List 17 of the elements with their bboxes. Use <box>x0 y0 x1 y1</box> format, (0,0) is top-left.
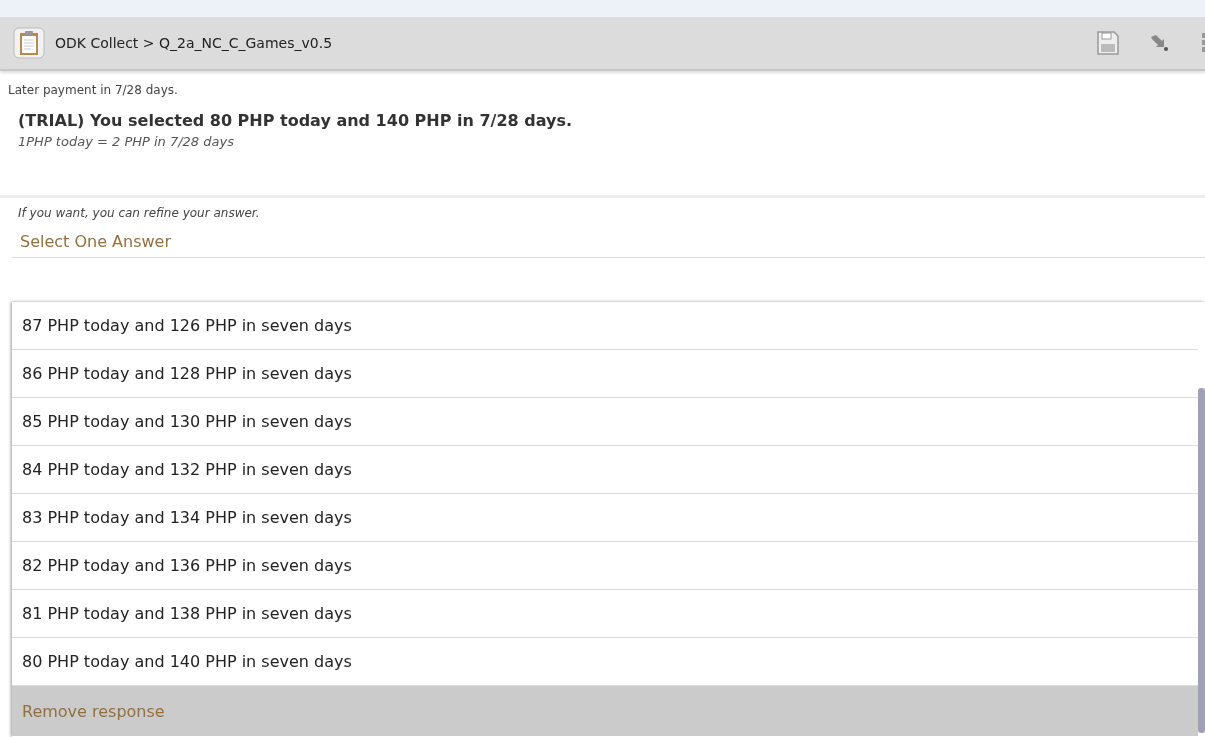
option-item[interactable]: 86 PHP today and 128 PHP in seven days <box>12 350 1198 398</box>
previous-label: Later payment in 7/28 days. <box>7 82 179 97</box>
question-hint: 1PHP today = 2 PHP in 7/28 days <box>18 134 235 149</box>
save-icon[interactable] <box>1097 31 1119 55</box>
option-item[interactable]: 82 PHP today and 136 PHP in seven days <box>12 542 1198 590</box>
window-title: ODK Collect > Q_2a_NC_C_Games_v0.5 <box>55 35 333 51</box>
option-item[interactable]: 84 PHP today and 132 PHP in seven days <box>12 446 1198 494</box>
option-item[interactable]: 83 PHP today and 134 PHP in seven days <box>12 494 1198 542</box>
scrollbar[interactable] <box>1198 388 1205 733</box>
clipboard-icon[interactable] <box>13 27 45 59</box>
refine-hint: If you want, you can refine your answer. <box>17 205 261 220</box>
arrow-icon[interactable] <box>1149 34 1169 52</box>
dropdown-prompt[interactable]: Select One Answer <box>12 220 1205 258</box>
question-title: (TRIAL) You selected 80 PHP today and 140 PHP in 7/28 days. <box>18 111 574 130</box>
option-item[interactable]: 81 PHP today and 138 PHP in seven days <box>12 590 1198 638</box>
option-item[interactable]: 85 PHP today and 130 PHP in seven days <box>12 398 1198 446</box>
option-item[interactable]: 87 PHP today and 126 PHP in seven days <box>12 302 1198 350</box>
